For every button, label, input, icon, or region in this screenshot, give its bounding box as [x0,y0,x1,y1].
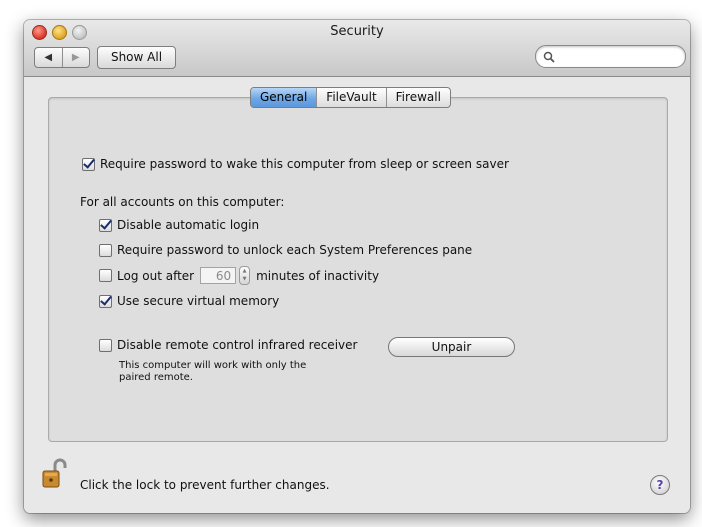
logout-after-checkbox[interactable] [99,269,112,282]
logout-suffix-label: minutes of inactivity [256,268,380,283]
forward-button[interactable]: ▶ [61,48,90,67]
logout-minutes-stepper[interactable]: ▲ ▼ [239,266,251,285]
search-input[interactable] [560,49,684,64]
disable-auto-login-label[interactable]: Disable automatic login [117,218,259,232]
all-accounts-heading: For all accounts on this computer: [80,195,285,209]
tab-firewall[interactable]: Firewall [385,88,450,107]
ir-note: This computer will work with only the pa… [119,360,307,383]
disable-ir-checkbox[interactable] [99,338,112,352]
require-password-wake-row: Require password to wake this computer f… [82,157,509,171]
tab-general[interactable]: General [251,88,317,107]
require-password-wake-checkbox[interactable] [82,157,95,171]
disable-auto-login-row: Disable automatic login [99,218,259,232]
back-button[interactable]: ◀ [35,48,62,67]
disable-auto-login-checkbox[interactable] [99,218,112,232]
padlock-unlocked-icon[interactable] [41,458,67,490]
logout-after-label[interactable]: Log out after [117,269,194,283]
triangle-left-icon: ◀ [44,52,53,63]
secure-vm-label[interactable]: Use secure virtual memory [117,294,279,308]
window-title: Security [330,24,384,39]
lock-message: Click the lock to prevent further change… [80,478,330,492]
secure-vm-checkbox[interactable] [99,294,112,308]
search-field[interactable] [535,45,686,68]
tab-filevault[interactable]: FileVault [316,88,385,107]
logout-minutes-field[interactable]: 60 [200,267,237,284]
stepper-up-icon: ▲ [242,267,247,274]
back-forward-control: ◀ ▶ [34,47,90,68]
title-bar: Security ◀ ▶ Show All [24,20,690,77]
secure-vm-row: Use secure virtual memory [99,294,279,308]
require-password-wake-label[interactable]: Require password to wake this computer f… [100,157,509,171]
disable-ir-label[interactable]: Disable remote control infrared receiver [117,338,357,352]
tab-bar: General FileVault Firewall [250,87,451,108]
require-password-prefs-label[interactable]: Require password to unlock each System P… [117,243,472,257]
triangle-right-icon: ▶ [71,52,80,63]
general-panel: Require password to wake this computer f… [48,97,668,442]
stepper-down-icon: ▼ [242,276,247,283]
help-button[interactable]: ? [650,475,670,495]
disable-ir-row: Disable remote control infrared receiver [99,338,357,352]
require-password-prefs-row: Require password to unlock each System P… [99,243,472,257]
logout-after-row: Log out after 60 ▲ ▼ minutes of inactivi… [99,266,379,285]
require-password-prefs-checkbox[interactable] [99,243,112,257]
magnifier-icon [542,50,556,64]
unpair-button[interactable]: Unpair [388,337,515,357]
security-preferences-window: Security ◀ ▶ Show All General FileVault … [24,20,690,513]
show-all-button[interactable]: Show All [97,46,176,69]
